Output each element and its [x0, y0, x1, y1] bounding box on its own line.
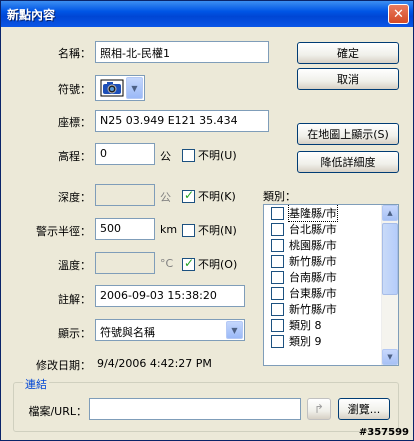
symbol-dropdown[interactable]: ▼: [95, 75, 145, 101]
category-item[interactable]: 類別 8: [264, 317, 398, 333]
category-label: 類別：: [263, 190, 296, 203]
category-item-label: 台東縣/市: [289, 287, 337, 300]
category-item[interactable]: 基隆縣/市: [264, 205, 398, 222]
category-item[interactable]: 桃園縣/市: [264, 237, 398, 253]
close-button[interactable]: ✕: [388, 4, 409, 24]
symbol-label: 符號：: [58, 83, 91, 96]
category-checkbox[interactable]: [271, 302, 284, 316]
name-input[interactable]: 照相-北-民權1: [95, 41, 269, 63]
depth-unknown-label: 不明(K): [198, 190, 236, 203]
elevation-label: 高程：: [58, 150, 91, 163]
category-checkbox[interactable]: [271, 238, 284, 252]
category-item[interactable]: 台南縣/市: [264, 269, 398, 285]
link-group-title: 連結: [23, 376, 49, 392]
coord-label: 座標：: [58, 116, 91, 129]
depth-unit: 公: [160, 191, 171, 204]
temp-label: 溫度：: [58, 259, 91, 272]
display-value: 符號與名稱: [100, 326, 155, 339]
ok-button[interactable]: 確定: [297, 42, 399, 64]
category-item-label: 類別 9: [289, 335, 322, 348]
cancel-button[interactable]: 取消: [297, 68, 399, 90]
go-arrow-button[interactable]: ↱: [307, 398, 331, 420]
temp-input[interactable]: [95, 252, 155, 274]
temp-unknown-checkbox[interactable]: 不明(O): [182, 256, 237, 272]
elevation-unknown-label: 不明(U): [198, 149, 237, 162]
elevation-unit: 公: [160, 150, 171, 163]
radius-unknown-label: 不明(N): [198, 224, 237, 237]
modified-value: 9/4/2006 4:42:27 PM: [97, 357, 212, 370]
temp-unknown-box[interactable]: [182, 256, 195, 271]
category-item-label: 台北縣/市: [289, 223, 337, 236]
category-item[interactable]: 台東縣/市: [264, 285, 398, 301]
camera-icon: [100, 79, 124, 97]
new-point-dialog: 新點內容 ✕ 名稱： 照相-北-民權1 符號： ▼ 座標： N25 03.949…: [0, 0, 414, 441]
window-title: 新點內容: [7, 7, 56, 22]
category-item[interactable]: 新竹縣/市: [264, 253, 398, 269]
depth-unknown-checkbox[interactable]: 不明(K): [182, 188, 236, 204]
scroll-down-icon[interactable]: ▼: [382, 349, 398, 365]
chevron-down-icon[interactable]: ▼: [126, 77, 143, 99]
category-checkbox[interactable]: [271, 270, 284, 284]
display-dropdown[interactable]: 符號與名稱 ▼: [95, 319, 245, 341]
lower-detail-button[interactable]: 降低詳細度: [297, 151, 399, 173]
title-bar[interactable]: 新點內容 ✕: [1, 1, 413, 27]
name-label: 名稱：: [58, 47, 91, 60]
category-checkbox[interactable]: [271, 334, 284, 348]
category-item-label: 台南縣/市: [289, 271, 337, 284]
return-arrow-icon: ↱: [313, 402, 325, 416]
comment-label: 註解：: [58, 293, 91, 306]
coord-input[interactable]: N25 03.949 E121 35.434: [95, 110, 269, 132]
category-scrollbar[interactable]: ▲ ▼: [381, 205, 398, 365]
temp-unit: °C: [160, 257, 174, 270]
show-on-map-button[interactable]: 在地圖上顯示(S): [297, 123, 399, 145]
scroll-up-icon[interactable]: ▲: [382, 205, 398, 221]
category-item[interactable]: 台北縣/市: [264, 221, 398, 237]
category-item-label: 新竹縣/市: [289, 255, 337, 268]
browse-button[interactable]: 瀏覽...: [338, 398, 390, 420]
radius-unknown-checkbox[interactable]: 不明(N): [182, 222, 237, 238]
modified-label: 修改日期：: [36, 359, 91, 372]
comment-input[interactable]: 2006-09-03 15:38:20: [95, 285, 245, 307]
category-item-label: 基隆縣/市: [288, 205, 338, 222]
watermark: #357599: [358, 427, 409, 438]
elevation-input[interactable]: 0: [95, 143, 155, 165]
scroll-thumb[interactable]: [382, 223, 398, 295]
category-item[interactable]: 類別 9: [264, 333, 398, 349]
elevation-unknown-checkbox[interactable]: 不明(U): [182, 147, 237, 163]
category-item-label: 桃園縣/市: [289, 239, 337, 252]
chevron-down-icon[interactable]: ▼: [226, 321, 243, 339]
depth-unknown-box[interactable]: [182, 188, 195, 203]
category-item-label: 類別 8: [289, 319, 322, 332]
radius-unknown-box[interactable]: [182, 223, 195, 237]
depth-input[interactable]: [95, 184, 155, 206]
temp-unknown-label: 不明(O): [198, 258, 238, 271]
display-label: 顯示：: [58, 327, 91, 340]
category-item-label: 新竹縣/市: [289, 303, 337, 316]
file-url-input[interactable]: [89, 398, 301, 420]
category-list[interactable]: 基隆縣/市 台北縣/市 桃園縣/市 新竹縣/市 台南縣/市 台東縣/市 新竹縣/市 類別 8類…: [263, 204, 399, 366]
file-url-label: 檔案/URL：: [28, 405, 87, 418]
category-checkbox[interactable]: [271, 318, 284, 332]
radius-input[interactable]: 500: [95, 218, 155, 240]
category-checkbox[interactable]: [271, 286, 284, 300]
radius-unit: km: [160, 223, 178, 236]
elevation-unknown-box[interactable]: [182, 148, 195, 162]
category-item[interactable]: 新竹縣/市: [264, 301, 398, 317]
depth-label: 深度：: [58, 191, 91, 204]
category-checkbox[interactable]: [271, 206, 284, 220]
radius-label: 警示半徑：: [36, 225, 91, 238]
category-checkbox[interactable]: [271, 254, 284, 268]
category-checkbox[interactable]: [271, 222, 284, 236]
